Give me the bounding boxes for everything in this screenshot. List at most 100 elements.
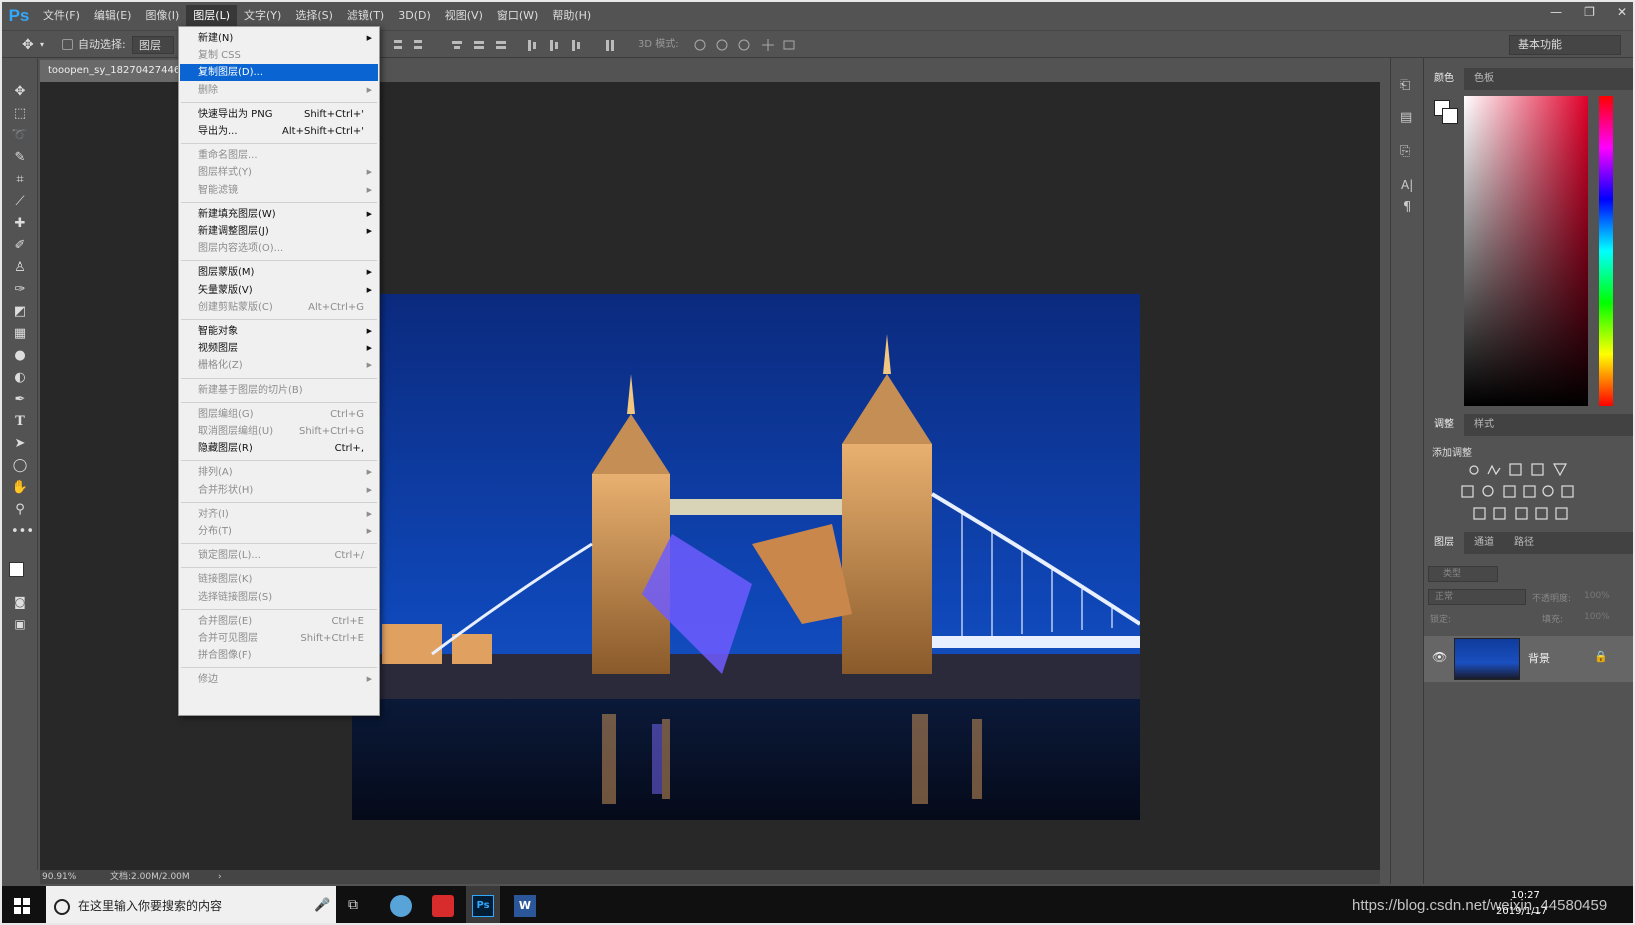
background-swatch[interactable] — [1442, 108, 1458, 124]
stamp-tool-icon[interactable]: ♙ — [11, 260, 29, 276]
marquee-tool-icon[interactable]: ⬚ — [11, 106, 29, 122]
task-view-icon[interactable]: ⧉ — [348, 897, 358, 913]
menu-item-label: 快速导出为 PNG — [198, 108, 273, 120]
windows-taskbar: 在这里输入你要搜索的内容 🎤 ⧉ Ps W 10:27 2019/1/17 ht… — [2, 886, 1633, 923]
layer-menu-item[interactable]: 快速导出为 PNG Shift+Ctrl+' — [180, 106, 378, 123]
layer-menu-item[interactable]: 复制图层(D)... — [180, 64, 378, 82]
menu-image[interactable]: 图像(I) — [138, 5, 186, 27]
menu-filter[interactable]: 滤镜(T) — [340, 5, 391, 27]
taskbar-search-input[interactable]: 在这里输入你要搜索的内容 — [46, 886, 336, 923]
tab-adjustments[interactable]: 调整 — [1424, 414, 1464, 436]
document-image[interactable] — [352, 294, 1140, 820]
ellipse-tool-icon[interactable]: ◯ — [11, 458, 29, 474]
crop-tool-icon[interactable]: ⌗ — [11, 172, 29, 188]
app-icon-drawing[interactable] — [390, 895, 412, 917]
word-app-icon[interactable]: W — [514, 895, 536, 917]
path-select-tool-icon[interactable]: ➤ — [11, 436, 29, 452]
move-tool-icon[interactable]: ✥ — [22, 36, 34, 54]
hue-slider[interactable] — [1599, 96, 1613, 406]
auto-select-checkbox[interactable] — [62, 39, 73, 50]
taskbar-photoshop[interactable]: Ps — [466, 886, 500, 923]
blend-mode-dropdown[interactable]: 正常 — [1428, 589, 1526, 605]
brush-tool-icon[interactable]: ✐ — [11, 238, 29, 254]
document-tab[interactable]: tooopen_sy_182704274463 — [40, 60, 180, 82]
paragraph-icon[interactable]: ¶ — [1403, 200, 1411, 215]
move-tool-icon[interactable]: ✥ — [11, 84, 29, 100]
chevron-right-icon[interactable]: › — [218, 870, 222, 884]
eraser-tool-icon[interactable]: ◩ — [11, 304, 29, 320]
quick-mask-icon[interactable]: ◙ — [11, 594, 29, 610]
layer-name[interactable]: 背景 — [1528, 650, 1550, 666]
tab-layers[interactable]: 图层 — [1424, 532, 1464, 554]
screen-mode-icon[interactable]: ▣ — [11, 616, 29, 632]
layer-menu-item[interactable]: 矢量蒙版(V) ▶ — [180, 282, 378, 299]
menu-select[interactable]: 选择(S) — [288, 5, 340, 27]
more-tools-icon[interactable]: ••• — [11, 524, 34, 540]
layer-menu-item[interactable]: 新建(N) ▶ — [180, 30, 378, 47]
layer-menu-item[interactable]: 视频图层 ▶ — [180, 340, 378, 357]
lasso-tool-icon[interactable]: ➰ — [11, 128, 29, 144]
type-tool-icon[interactable]: T — [11, 414, 29, 430]
tab-channels[interactable]: 通道 — [1464, 532, 1504, 554]
quick-select-tool-icon[interactable]: ✎ — [11, 150, 29, 166]
microphone-icon[interactable]: 🎤 — [314, 898, 330, 913]
menu-separator — [181, 543, 377, 545]
status-bar: 90.91% 文档:2.00M/2.00M › — [40, 870, 1380, 884]
tab-color[interactable]: 颜色 — [1424, 68, 1464, 90]
character-icon[interactable]: A| — [1401, 178, 1413, 192]
tab-styles[interactable]: 样式 — [1464, 414, 1504, 436]
chevron-down-icon[interactable]: ▾ — [40, 36, 44, 54]
app-icon-youdao[interactable] — [432, 895, 454, 917]
color-picker-field[interactable] — [1464, 96, 1588, 406]
menu-item-label: 取消图层编组(U) — [198, 426, 274, 437]
windows-start-icon[interactable] — [14, 898, 30, 914]
minimize-button[interactable]: — — [1550, 5, 1562, 19]
history-brush-tool-icon[interactable]: ✑ — [11, 282, 29, 298]
menu-item-label: 复制图层(D)... — [198, 67, 264, 79]
pen-tool-icon[interactable]: ✒ — [11, 392, 29, 408]
dodge-tool-icon[interactable]: ◐ — [11, 370, 29, 386]
blur-tool-icon[interactable]: ● — [11, 348, 29, 364]
menu-layer[interactable]: 图层(L) — [186, 5, 238, 27]
menu-help[interactable]: 帮助(H) — [545, 5, 598, 27]
gradient-tool-icon[interactable]: ▦ — [11, 326, 29, 342]
close-button[interactable]: ✕ — [1617, 5, 1627, 19]
glyphs-icon[interactable]: ⎘ — [1400, 144, 1410, 159]
properties-icon[interactable]: ▤ — [1400, 110, 1412, 125]
layer-menu-item[interactable]: 新建调整图层(J) ▶ — [180, 223, 378, 240]
layer-menu-item[interactable]: 导出为... Alt+Shift+Ctrl+' — [180, 123, 378, 140]
3d-mode-icons[interactable] — [692, 37, 802, 55]
menu-window[interactable]: 窗口(W) — [490, 5, 545, 27]
menu-type[interactable]: 文字(Y) — [237, 5, 288, 27]
foreground-color-swatch[interactable] — [9, 562, 24, 577]
layer-filter-dropdown[interactable]: 类型 — [1428, 566, 1498, 582]
layer-menu-item[interactable]: 新建填充图层(W) ▶ — [180, 206, 378, 223]
hand-tool-icon[interactable]: ✋ — [11, 480, 29, 496]
fill-label: 填充: — [1542, 615, 1564, 625]
menu-edit[interactable]: 编辑(E) — [87, 5, 139, 27]
visibility-eye-icon[interactable]: 👁 — [1432, 650, 1447, 664]
opacity-value[interactable]: 100% — [1584, 591, 1610, 601]
zoom-level[interactable]: 90.91% — [42, 870, 76, 884]
layer-menu-item[interactable]: 图层蒙版(M) ▶ — [180, 264, 378, 281]
menu-view[interactable]: 视图(V) — [438, 5, 490, 27]
restore-button[interactable]: ❐ — [1584, 5, 1595, 19]
layer-row-background[interactable]: 👁 背景 🔒 — [1424, 636, 1633, 682]
submenu-arrow-icon: ▶ — [366, 209, 372, 218]
menu-item-label: 合并形状(H) — [198, 484, 254, 496]
auto-select-dropdown[interactable]: 图层 — [132, 36, 174, 54]
zoom-tool-icon[interactable]: ⚲ — [11, 502, 29, 518]
healing-brush-tool-icon[interactable]: ✚ — [11, 216, 29, 232]
history-icon[interactable]: ⎗ — [1400, 78, 1410, 93]
layer-menu-item[interactable]: 隐藏图层(R) Ctrl+, — [180, 440, 378, 457]
menu-file[interactable]: 文件(F) — [36, 5, 87, 27]
fill-value[interactable]: 100% — [1584, 612, 1610, 622]
workspace-dropdown[interactable]: 基本功能 — [1509, 35, 1621, 55]
menu-3d[interactable]: 3D(D) — [391, 5, 438, 27]
adjustment-icons[interactable] — [1454, 460, 1594, 530]
menu-item-label: 合并可见图层 — [198, 633, 258, 644]
layer-menu-item[interactable]: 智能对象 ▶ — [180, 323, 378, 340]
tab-swatches[interactable]: 色板 — [1464, 68, 1504, 90]
eyedropper-tool-icon[interactable]: ⟋ — [11, 194, 29, 210]
tab-paths[interactable]: 路径 — [1504, 532, 1544, 554]
